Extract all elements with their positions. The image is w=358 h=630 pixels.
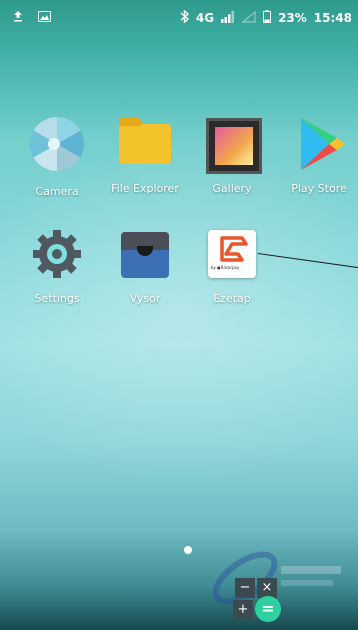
clock: 15:48 bbox=[313, 11, 352, 25]
app-label: Settings bbox=[34, 292, 80, 305]
app-file-explorer[interactable]: File Explorer bbox=[103, 114, 187, 195]
app-label: File Explorer bbox=[111, 182, 179, 195]
app-label: Ezetap bbox=[213, 292, 251, 305]
image-notification-icon bbox=[38, 10, 51, 25]
app-settings[interactable]: Settings bbox=[15, 224, 99, 305]
page-indicator-dot[interactable] bbox=[184, 546, 192, 554]
minus-button[interactable]: − bbox=[235, 578, 255, 598]
camera-icon bbox=[27, 117, 87, 177]
plus-button[interactable]: + bbox=[233, 600, 253, 620]
gallery-icon bbox=[202, 114, 262, 174]
ezetap-badge-text: by ●Razorpay bbox=[211, 265, 240, 270]
play-store-icon bbox=[289, 114, 349, 174]
battery-icon bbox=[263, 10, 272, 26]
secondary-signal-icon bbox=[241, 10, 256, 26]
close-button[interactable]: × bbox=[257, 578, 277, 598]
app-gallery[interactable]: Gallery bbox=[190, 114, 274, 195]
app-ezetap[interactable]: by ●Razorpay Ezetap bbox=[190, 224, 274, 305]
battery-percent: 23% bbox=[278, 11, 307, 25]
app-vysor[interactable]: Vysor bbox=[103, 224, 187, 305]
app-play-store[interactable]: Play Store bbox=[277, 114, 358, 195]
status-bar: 4G 23% 15:48 bbox=[0, 0, 358, 36]
network-type: 4G bbox=[195, 11, 215, 25]
vysor-icon bbox=[115, 224, 175, 284]
signal-icon bbox=[221, 10, 235, 26]
floating-calculator-widget[interactable]: − × + = bbox=[233, 578, 281, 622]
bluetooth-icon bbox=[180, 9, 189, 26]
app-label: Camera bbox=[35, 185, 79, 198]
app-label: Vysor bbox=[129, 292, 161, 305]
app-camera[interactable]: Camera bbox=[15, 114, 99, 198]
folder-icon bbox=[115, 114, 175, 174]
app-label: Gallery bbox=[212, 182, 252, 195]
home-screen: 4G 23% 15:48 Camera File Explorer Galler… bbox=[0, 0, 358, 630]
equals-button[interactable]: = bbox=[255, 596, 281, 622]
settings-gear-icon bbox=[27, 224, 87, 284]
app-label: Play Store bbox=[291, 182, 347, 195]
ezetap-icon: by ●Razorpay bbox=[202, 224, 262, 284]
upload-icon bbox=[12, 10, 24, 25]
